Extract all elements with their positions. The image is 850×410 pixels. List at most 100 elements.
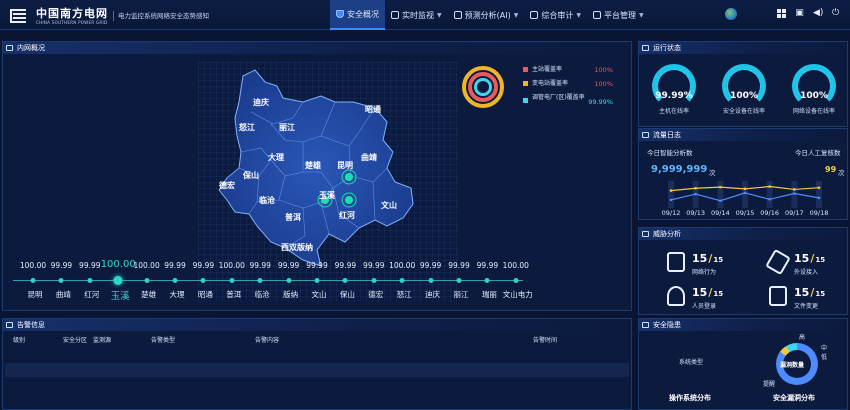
gauge-value: 100% <box>730 91 758 101</box>
timeline-dot[interactable] <box>399 278 405 283</box>
flow-date-label: 09/16 <box>760 209 780 217</box>
grid-icon[interactable] <box>777 9 786 18</box>
timeline-dot[interactable] <box>144 278 150 283</box>
timeline-dot[interactable] <box>87 278 93 283</box>
flow-bar-bg <box>816 181 822 208</box>
timeline-region[interactable]: 版纳 <box>283 289 298 300</box>
timeline-dot[interactable] <box>342 278 348 283</box>
audit-icon <box>530 11 539 19</box>
flow-date-label: 09/15 <box>735 209 755 217</box>
timeline-region[interactable]: 瑞丽 <box>482 289 497 300</box>
map-label: 西双版纳 <box>281 243 313 252</box>
timeline-dot[interactable] <box>428 278 434 283</box>
threat-item-login[interactable]: 15/15 人员登录 <box>667 284 767 312</box>
timeline-value: 99.99 <box>306 261 328 270</box>
timeline-region[interactable]: 普洱 <box>226 289 241 300</box>
flow-bar-bg <box>766 181 773 208</box>
nav-realtime-monitor[interactable]: 实时监视 ▼ <box>385 0 448 30</box>
monitor-icon <box>391 11 399 19</box>
timeline-region[interactable]: 曲靖 <box>56 289 71 300</box>
timeline-value: 99.99 <box>249 261 271 270</box>
timeline-dot[interactable] <box>484 278 490 283</box>
threat-count: 15/15 <box>692 286 724 299</box>
flow-point <box>694 192 697 196</box>
timeline-dot[interactable] <box>513 278 519 283</box>
coverage-ring-chart <box>462 66 504 108</box>
timeline-dot[interactable] <box>58 278 64 283</box>
timeline-region[interactable]: 怒江 <box>397 289 412 300</box>
globe-icon[interactable] <box>725 8 737 20</box>
timeline-dot[interactable] <box>172 278 178 283</box>
shield-icon <box>336 10 344 18</box>
timeline-region[interactable]: 红河 <box>84 289 99 300</box>
nav-label: 预测分析(AI) <box>464 10 511 20</box>
timeline-value: 99.99 <box>50 261 73 270</box>
timeline-dot[interactable] <box>200 278 206 283</box>
timeline-dot[interactable] <box>113 276 123 285</box>
safety-title: 安全隐患 <box>653 321 681 329</box>
timeline-region[interactable]: 昭通 <box>198 289 213 300</box>
threat-item-file[interactable]: 15/15 文件变更 <box>769 284 850 312</box>
alarm-icon <box>6 322 13 328</box>
timeline-region[interactable]: 临沧 <box>255 289 270 300</box>
timeline-region[interactable]: 迪庆 <box>425 289 440 300</box>
nav-audit[interactable]: 综合审计 ▼ <box>524 0 587 30</box>
legend-value: 100% <box>594 80 613 88</box>
usb-icon <box>765 248 791 276</box>
table-row[interactable] <box>5 363 629 377</box>
nav-platform-admin[interactable]: 平台管理 ▼ <box>587 0 650 30</box>
map-label: 临沧 <box>259 196 275 205</box>
timeline-region[interactable]: 楚雄 <box>141 289 156 300</box>
map-label: 普洱 <box>285 213 301 222</box>
timeline-dot[interactable] <box>371 278 377 283</box>
gauge-network-device-online: 100% 网络设备在线率 <box>785 64 843 122</box>
threat-icon <box>642 231 649 237</box>
timeline-region[interactable]: 丽江 <box>454 289 469 300</box>
threat-label: 文件变更 <box>794 303 819 310</box>
volume-icon[interactable]: ◀) <box>813 9 823 18</box>
nav-security-overview[interactable]: 安全概况 <box>330 0 385 30</box>
legend-item: 主站覆盖率 100% <box>523 66 613 80</box>
flow-bar-bg <box>742 181 748 208</box>
gauge-security-device-online: 100% 安全设备在线率 <box>715 64 773 122</box>
timeline-dot[interactable] <box>229 278 235 283</box>
map-label: 曲靖 <box>361 153 377 162</box>
flow-point <box>768 198 771 201</box>
gauge-host-online: 99.99% 主机在线率 <box>645 64 703 122</box>
nav-predictive-analysis[interactable]: 预测分析(AI) ▼ <box>448 0 525 30</box>
nav-label: 安全概况 <box>347 9 379 19</box>
timeline-value: 99.99 <box>334 261 357 270</box>
power-icon[interactable]: ⏻ <box>831 9 840 18</box>
map-label: 昆明 <box>337 161 353 170</box>
threat-count: 15/15 <box>692 252 724 265</box>
settings-icon <box>592 11 601 19</box>
timeline-dot[interactable] <box>257 278 263 283</box>
screen-icon[interactable]: ▣ <box>795 9 804 18</box>
timeline-region[interactable]: 文山电力 <box>503 289 533 300</box>
flow-date-label: 09/12 <box>661 209 681 217</box>
timeline-region[interactable]: 昆明 <box>28 289 43 300</box>
timeline-dot[interactable] <box>456 278 462 283</box>
legend-item: 变电站覆盖率 100% <box>523 80 613 94</box>
map-label: 大理 <box>268 153 284 162</box>
timeline-region[interactable]: 德宏 <box>368 289 383 300</box>
top-header: 中国南方电网 CHINA SOUTHERN POWER GRID 电力监控系统网… <box>0 0 850 30</box>
company-logo: 中国南方电网 CHINA SOUTHERN POWER GRID <box>8 6 108 26</box>
flow-point <box>719 185 722 189</box>
legend-label: 调管电厂(区)覆盖率 <box>532 94 585 101</box>
timeline-region[interactable]: 大理 <box>170 289 185 300</box>
timeline-region[interactable]: 文山 <box>312 289 327 300</box>
flow-point <box>768 185 771 188</box>
timeline-dot[interactable] <box>286 278 292 283</box>
legend-swatch <box>523 81 528 86</box>
timeline-region[interactable]: 保山 <box>340 289 355 300</box>
ai-analysis-count: 9,999,999 <box>651 164 708 175</box>
legend-swatch <box>523 98 528 103</box>
timeline-dot[interactable] <box>30 278 36 283</box>
main-nav: 安全概况 实时监视 ▼ 预测分析(AI) ▼ 综合审计 ▼ 平台管理 ▼ <box>330 0 650 30</box>
threat-item-network[interactable]: 15/15 网络行为 <box>667 250 767 278</box>
timeline-value: 100.00 <box>502 261 529 270</box>
timeline-dot[interactable] <box>314 278 320 283</box>
timeline-region[interactable]: 玉溪 <box>111 288 130 302</box>
threat-item-peripheral[interactable]: 15/15 外设接入 <box>765 248 850 278</box>
